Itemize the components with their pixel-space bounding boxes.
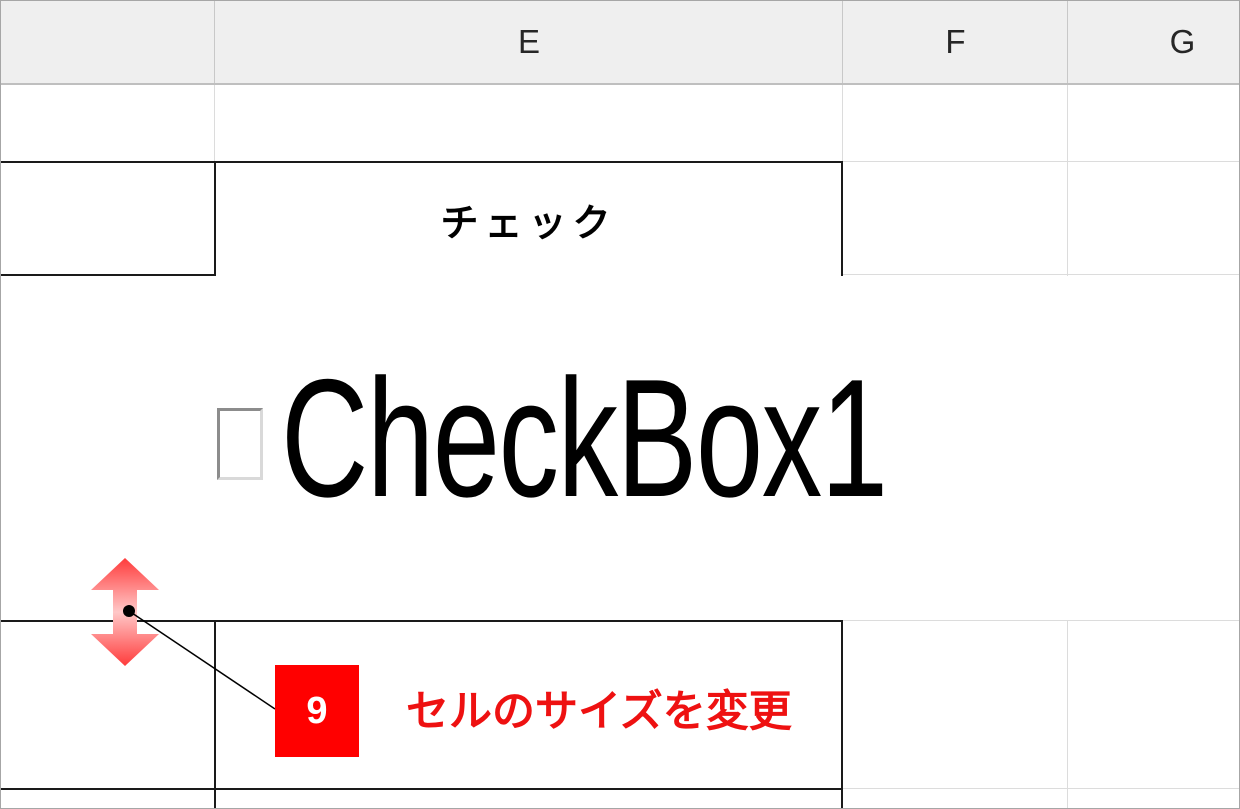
column-header-g[interactable]: G: [1067, 1, 1239, 83]
header-cell-check[interactable]: チェック: [215, 163, 842, 275]
column-header-d[interactable]: [1, 1, 215, 83]
row-resize-double-arrow-icon[interactable]: [85, 556, 173, 668]
column-header-e[interactable]: E: [214, 1, 843, 83]
table-border: [214, 620, 216, 808]
column-header-bar: E F G: [1, 1, 1239, 85]
checkbox-control[interactable]: [217, 408, 263, 480]
spreadsheet-frame: E F G チェック CheckBox1 9 セルのサイズを変更: [0, 0, 1240, 809]
grid-row-line: [842, 274, 1239, 275]
table-border: [841, 620, 843, 808]
table-border: [1, 788, 843, 790]
step-instruction-text: セルのサイズを変更: [406, 687, 792, 737]
checkbox-label[interactable]: CheckBox1: [281, 353, 888, 523]
step-number-badge: 9: [275, 665, 359, 757]
column-header-f[interactable]: F: [842, 1, 1068, 83]
table-border: [1, 274, 216, 276]
